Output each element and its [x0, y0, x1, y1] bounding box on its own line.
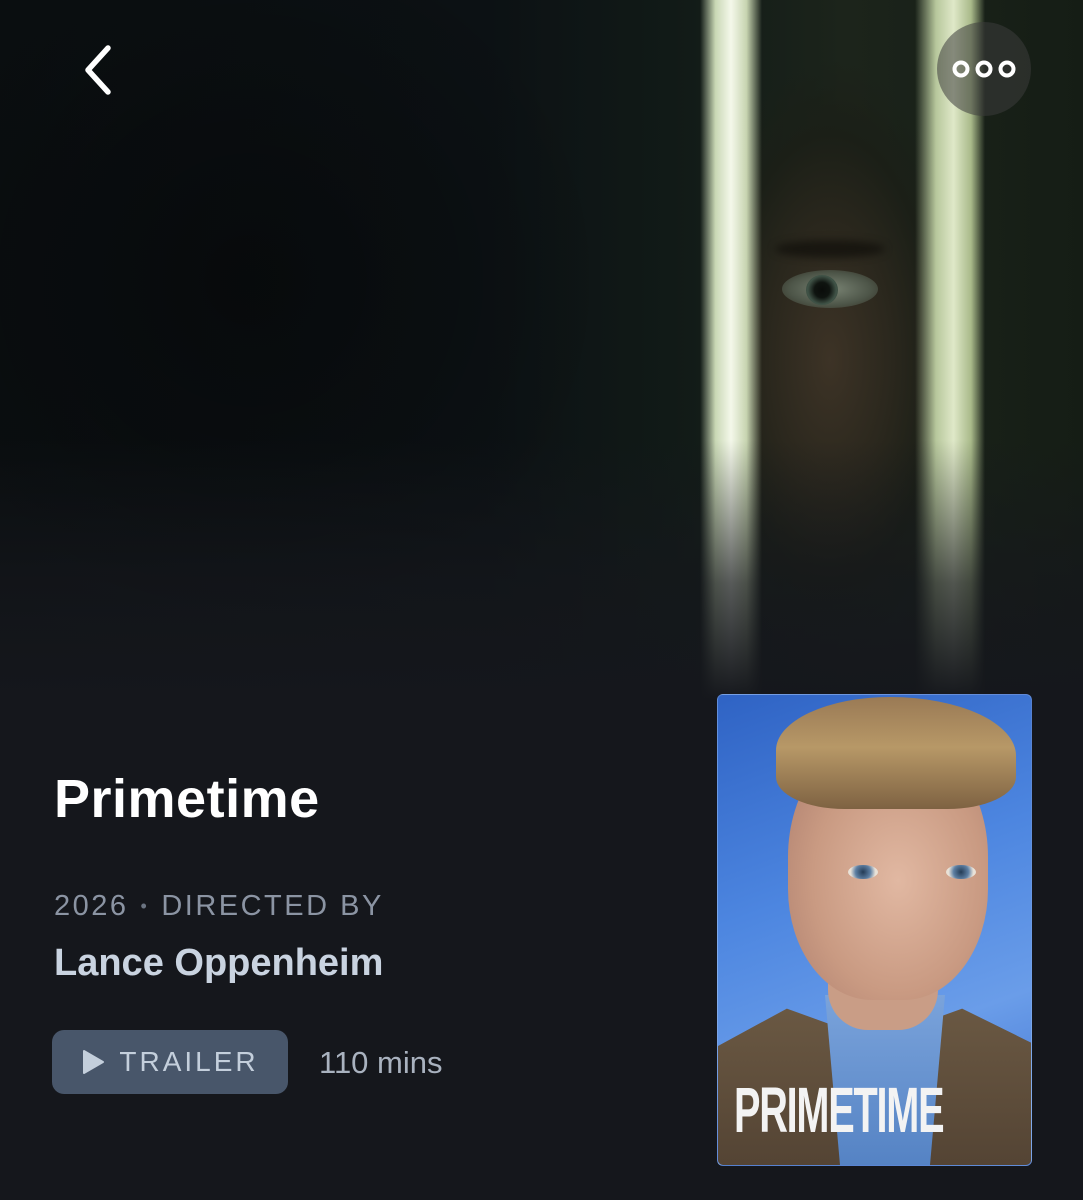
release-year: 2026 [54, 890, 129, 922]
director-link[interactable]: Lance Oppenheim [54, 942, 383, 985]
back-button[interactable] [66, 38, 130, 102]
directed-by-label: DIRECTED BY [161, 890, 384, 922]
more-options-button[interactable] [937, 22, 1031, 116]
trailer-label: TRAILER [119, 1046, 259, 1077]
chevron-left-icon [85, 45, 111, 95]
backdrop-image [0, 0, 1083, 700]
movie-meta: 2026 • DIRECTED BY [54, 890, 384, 923]
trailer-button[interactable]: TRAILER [52, 1030, 288, 1094]
poster-title: PRIMETIME [734, 1074, 945, 1146]
meta-separator: • [140, 896, 150, 916]
more-horizontal-icon [952, 60, 1016, 78]
runtime: 110 mins [319, 1045, 443, 1080]
movie-title: Primetime [54, 769, 320, 829]
movie-poster[interactable]: PRIMETIME [717, 694, 1032, 1166]
play-icon [83, 1050, 105, 1074]
